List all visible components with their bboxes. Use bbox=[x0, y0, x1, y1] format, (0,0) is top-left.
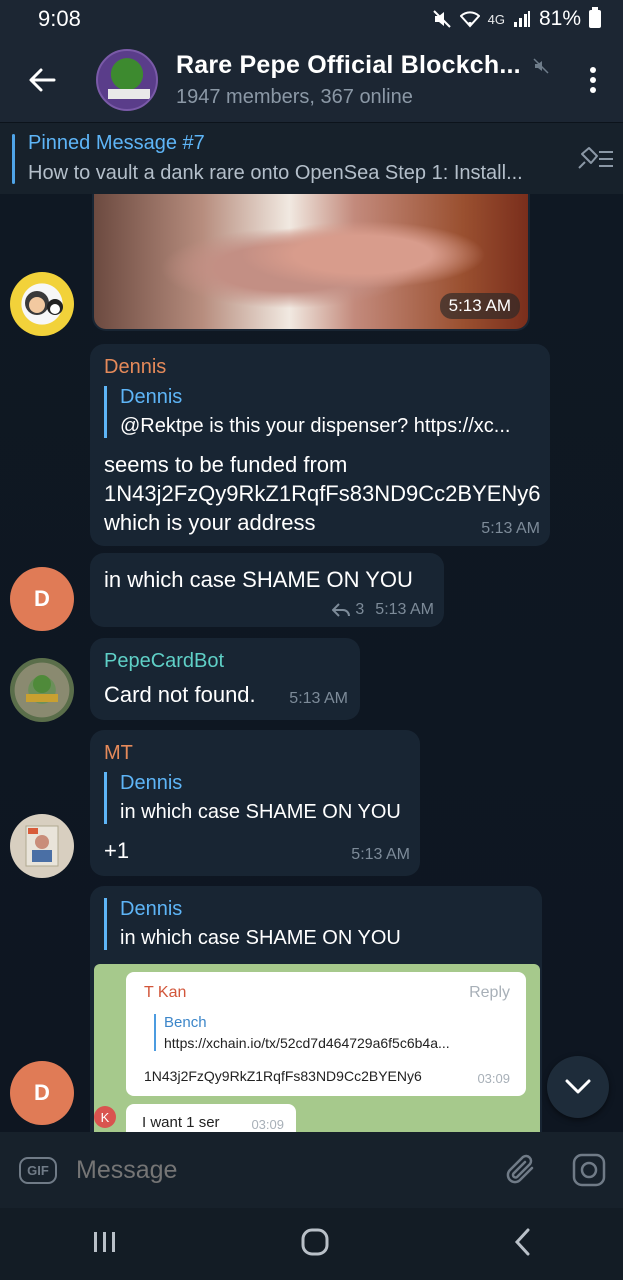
screenshot-card-2: I want 1 ser 03:09 bbox=[126, 1104, 296, 1132]
message-text: Card not found. bbox=[104, 682, 256, 707]
message-composer: GIF bbox=[0, 1132, 623, 1208]
battery-icon bbox=[589, 7, 601, 28]
reply-text: in which case SHAME ON YOU bbox=[120, 801, 401, 823]
pinned-message-bar[interactable]: Pinned Message #7 How to vault a dank ra… bbox=[0, 122, 623, 194]
message-text: in which case SHAME ON YOU bbox=[104, 567, 413, 592]
camera-button[interactable] bbox=[555, 1153, 623, 1187]
back-chevron-icon bbox=[515, 1228, 530, 1255]
wifi-icon bbox=[459, 11, 480, 28]
more-menu-button[interactable] bbox=[563, 66, 623, 94]
sender-name[interactable]: PepeCardBot bbox=[104, 650, 224, 673]
chat-info[interactable]: Rare Pepe Official Blockch... 1947 membe… bbox=[176, 51, 563, 109]
scroll-down-button[interactable] bbox=[547, 1056, 609, 1118]
recent-apps-button[interactable] bbox=[92, 1230, 118, 1259]
screenshot-card: T Kan Reply Bench https://xchain.io/tx/5… bbox=[126, 972, 526, 1096]
message-time: 5:13 AM bbox=[375, 601, 434, 618]
screenshot-reply: Bench https://xchain.io/tx/52cd7d464729a… bbox=[154, 1014, 510, 1051]
sender-name[interactable]: Dennis bbox=[104, 356, 166, 379]
screenshot-sender: T Kan bbox=[144, 984, 187, 1001]
reply-text: @Rektpe is this your dispenser? https://… bbox=[120, 415, 511, 437]
message-bubble[interactable]: Dennis Dennis @Rektpe is this your dispe… bbox=[90, 344, 550, 546]
avatar-letter: D bbox=[34, 1080, 50, 1105]
more-vertical-icon bbox=[590, 67, 596, 93]
screenshot-time-2: 03:09 bbox=[251, 1117, 284, 1132]
portrait-icon bbox=[25, 825, 59, 867]
message-time: 5:13 AM bbox=[351, 846, 410, 863]
status-bar: 9:08 4G 81% bbox=[0, 0, 623, 38]
screenshot-reply-text: https://xchain.io/tx/52cd7d464729a6f5c6b… bbox=[164, 1035, 450, 1051]
message-bubble[interactable]: PepeCardBot Card not found. 5:13 AM bbox=[90, 638, 360, 720]
paperclip-icon bbox=[506, 1154, 534, 1184]
screenshot-time: 03:09 bbox=[477, 1071, 510, 1086]
avatar[interactable]: D bbox=[10, 1061, 74, 1125]
group-avatar[interactable] bbox=[96, 49, 158, 111]
camera-icon bbox=[572, 1153, 606, 1187]
arrow-left-icon bbox=[29, 68, 56, 92]
pinned-title: Pinned Message #7 bbox=[28, 132, 205, 154]
message-bubble[interactable]: MT Dennis in which case SHAME ON YOU +1 … bbox=[90, 730, 420, 876]
gif-icon: GIF bbox=[19, 1156, 57, 1184]
screenshot-reply-label: Reply bbox=[469, 984, 510, 1001]
members-count: 1947 members, 367 online bbox=[176, 86, 413, 108]
pinned-list-button[interactable] bbox=[567, 146, 623, 172]
chat-title: Rare Pepe Official Blockch... bbox=[176, 51, 521, 79]
muted-icon bbox=[533, 57, 549, 74]
back-nav-button[interactable] bbox=[513, 1228, 531, 1261]
chevron-down-icon bbox=[565, 1079, 591, 1094]
avatar[interactable]: D bbox=[10, 567, 74, 631]
reply-quote[interactable]: Dennis in which case SHAME ON YOU bbox=[104, 898, 524, 950]
pepe-card-icon bbox=[26, 675, 58, 702]
avatar-letter: D bbox=[34, 586, 50, 611]
message-list[interactable]: 5:13 AM Dennis Dennis @Rektpe is this yo… bbox=[0, 194, 623, 1132]
gif-button[interactable]: GIF bbox=[0, 1156, 76, 1184]
reply-name: Dennis bbox=[120, 386, 183, 408]
avatar[interactable] bbox=[10, 658, 74, 722]
status-icons: 4G 81% bbox=[432, 7, 601, 31]
screenshot-reply-name: Bench bbox=[164, 1014, 207, 1031]
avatar[interactable] bbox=[10, 814, 74, 878]
reply-count: 3 bbox=[355, 601, 365, 618]
reply-text: in which case SHAME ON YOU bbox=[120, 927, 401, 949]
pinned-indicator bbox=[12, 133, 15, 184]
message-input[interactable] bbox=[76, 1155, 487, 1185]
message-time: 5:13 AM bbox=[481, 520, 540, 537]
reply-quote[interactable]: Dennis @Rektpe is this your dispenser? h… bbox=[104, 386, 536, 438]
back-button[interactable] bbox=[0, 38, 84, 122]
pinned-text: How to vault a dank rare onto OpenSea St… bbox=[28, 162, 523, 184]
reply-name: Dennis bbox=[120, 898, 183, 920]
message-text: seems to be funded from 1N43j2FzQy9RkZ1R… bbox=[104, 452, 541, 535]
cartoon-avatar-icon bbox=[25, 291, 63, 315]
screenshot-text: 1N43j2FzQy9RkZ1RqfFs83ND9Cc2BYENy6 bbox=[144, 1068, 422, 1084]
message-time: 5:13 AM bbox=[439, 293, 520, 319]
home-button[interactable] bbox=[301, 1228, 329, 1261]
status-time: 9:08 bbox=[38, 6, 81, 31]
message-text: +1 bbox=[104, 838, 130, 863]
message-time: 5:13 AM bbox=[289, 690, 348, 707]
chat-header: Rare Pepe Official Blockch... 1947 membe… bbox=[0, 38, 623, 122]
battery-percent: 81% bbox=[538, 7, 581, 30]
screenshot-text-2: I want 1 ser bbox=[142, 1114, 220, 1131]
reply-counter[interactable]: 3 5:13 AM bbox=[332, 601, 434, 619]
pin-list-icon bbox=[578, 146, 613, 169]
sender-name[interactable]: MT bbox=[104, 742, 133, 765]
reply-quote[interactable]: Dennis in which case SHAME ON YOU bbox=[104, 772, 404, 824]
reply-name: Dennis bbox=[120, 772, 183, 794]
network-label: 4G bbox=[487, 11, 505, 27]
photo-message[interactable]: 5:13 AM bbox=[92, 194, 530, 331]
screenshot-image[interactable]: T Kan Reply Bench https://xchain.io/tx/5… bbox=[94, 964, 540, 1132]
recents-icon bbox=[93, 1231, 115, 1252]
attach-button[interactable] bbox=[487, 1153, 555, 1187]
avatar[interactable] bbox=[10, 272, 74, 336]
reply-arrow-icon bbox=[332, 603, 351, 617]
mute-icon bbox=[432, 10, 451, 28]
screenshot-avatar: K bbox=[94, 1106, 116, 1128]
message-bubble[interactable]: in which case SHAME ON YOU 3 5:13 AM bbox=[90, 553, 444, 627]
signal-icon bbox=[513, 11, 530, 27]
system-nav-bar bbox=[0, 1208, 623, 1280]
home-icon bbox=[301, 1228, 329, 1255]
